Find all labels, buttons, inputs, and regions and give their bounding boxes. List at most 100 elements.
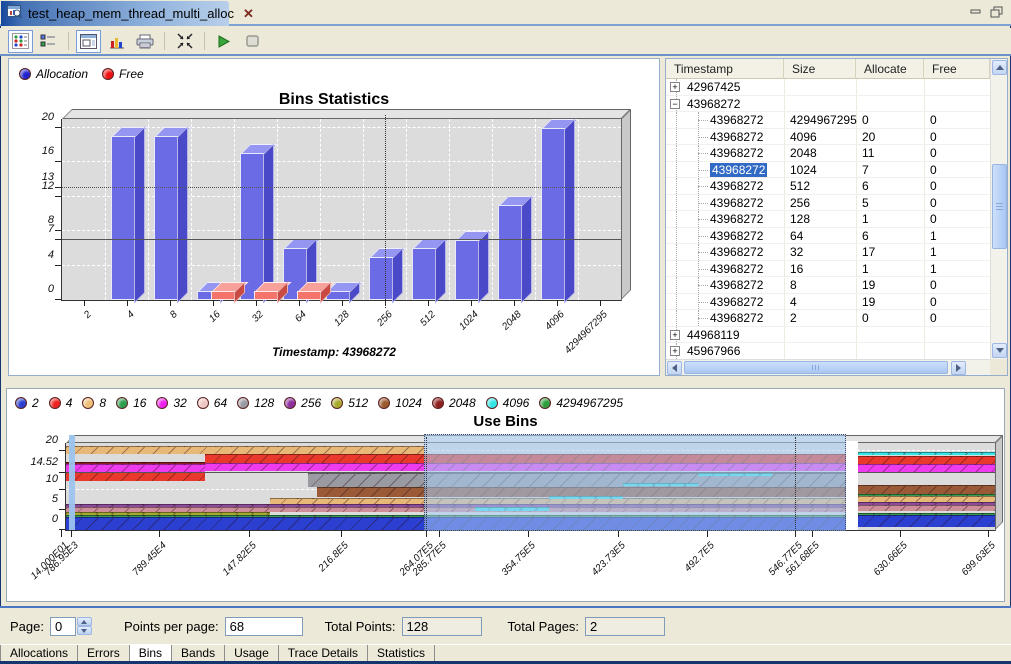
table-row[interactable]: 4396827232171 [666,244,990,261]
horizontal-scrollbar[interactable] [666,359,990,375]
table-row[interactable]: 43968272429496729500 [666,112,990,129]
scroll-right-icon[interactable] [951,361,966,375]
table-row[interactable]: 439682724190 [666,294,990,311]
table-row[interactable]: −43968272 [666,96,990,113]
table-row[interactable]: 439682722048110 [666,145,990,162]
close-icon[interactable]: ✕ [243,6,254,22]
gridline [492,119,493,300]
bar-allocation[interactable] [498,205,523,300]
bar-free[interactable] [254,291,279,300]
expand-icon[interactable]: + [670,330,680,340]
overview-mode-icon[interactable] [76,30,101,53]
table-row[interactable]: 439682726461 [666,228,990,245]
tab-trace-details[interactable]: Trace Details [279,645,368,662]
x-tick [428,300,429,306]
expand-icon[interactable]: + [670,346,680,356]
column-header-size[interactable]: Size [784,59,856,79]
scroll-left-icon[interactable] [667,361,682,375]
tab-errors[interactable]: Errors [78,645,130,662]
bar-allocation[interactable] [541,128,566,300]
scroll-down-icon[interactable] [992,343,1007,358]
tab-test-heap[interactable]: test_heap_mem_thread_multi_alloc ✕ [1,1,229,26]
pairs-grid-icon[interactable] [8,30,33,53]
vertical-scroll-thumb[interactable] [992,164,1007,249]
tree-line [698,269,708,270]
collapse-icon[interactable]: − [670,99,680,109]
x-tick [342,300,343,306]
list-view-icon[interactable] [36,30,61,53]
page-spinner[interactable] [77,617,92,635]
minimize-icon[interactable] [970,5,982,23]
table-row[interactable]: 4396827225650 [666,195,990,212]
spinner-down-icon[interactable] [77,626,92,635]
column-header-allocate[interactable]: Allocate [856,59,924,79]
table-header[interactable]: TimestampSizeAllocateFree [666,59,990,79]
print-icon[interactable] [132,30,157,53]
table-row[interactable]: 43968272200 [666,310,990,327]
table-row[interactable]: +42967425 [666,79,990,96]
tab-bands[interactable]: Bands [172,645,225,662]
y-tick-label: 4 [48,249,54,261]
scroll-up-icon[interactable] [992,60,1007,75]
tab-bins[interactable]: Bins [130,645,172,662]
reference-line [62,239,621,240]
use-legend-item: 8 [82,396,106,410]
allocate-cell: 5 [862,195,869,211]
tree-line [676,129,677,145]
vertical-scrollbar[interactable] [990,59,1007,359]
bar-chart-icon[interactable] [104,30,129,53]
selection-overlay[interactable] [424,434,847,531]
allocate-cell: 17 [862,244,875,260]
table-row[interactable]: 439682721611 [666,261,990,278]
tab-allocations[interactable]: Allocations [0,645,78,662]
restore-icon[interactable] [990,5,1003,23]
table-row[interactable]: 4396827251260 [666,178,990,195]
selected-cell[interactable]: 43968272 [710,163,767,177]
points-per-page-input[interactable] [225,617,303,636]
y-tick [55,196,61,197]
horizontal-scroll-thumb[interactable] [684,361,948,374]
legend-ball-icon [82,397,94,409]
timestamp-cell: 44968119 [687,327,740,343]
use-legend-label: 4096 [503,396,530,410]
table-row[interactable]: 4396827212810 [666,211,990,228]
selection-marker-line [385,115,386,308]
x-tick-label: 8 [168,309,180,321]
play-icon[interactable] [212,30,237,53]
column-header-timestamp[interactable]: Timestamp [666,59,784,79]
tree-line [698,318,708,319]
table-row[interactable]: 439682728190 [666,277,990,294]
bar-allocation[interactable] [455,240,480,300]
bar-free[interactable] [297,291,322,300]
column-header-free[interactable]: Free [924,59,990,79]
fit-to-window-icon[interactable] [172,30,197,53]
bar-allocation[interactable] [111,136,136,300]
legend-ball-icon [237,397,249,409]
table-row[interactable]: 43968272102470 [666,162,990,179]
table-row[interactable]: +45967966 [666,343,990,359]
free-cell: 0 [930,277,937,293]
bar-allocation[interactable] [369,257,394,300]
paging-controls: Page: Points per page: Total Points: Tot… [0,606,1011,644]
allocate-cell: 19 [862,294,875,310]
legend-ball-icon [102,68,114,80]
bar-face [240,153,265,300]
page-input[interactable] [50,617,76,636]
spinner-up-icon[interactable] [77,617,92,626]
bar-face [154,136,179,300]
y-tick [59,472,65,473]
bins-bar-chart[interactable]: 0478121316202481632641282565121024204840… [61,119,622,301]
x-tick-label: 2048 [500,309,524,333]
bar-allocation[interactable] [154,136,179,300]
tab-usage[interactable]: Usage [225,645,279,662]
tab-statistics[interactable]: Statistics [368,645,435,662]
table-row[interactable]: 439682724096200 [666,129,990,146]
bar-allocation[interactable] [412,248,437,300]
bar-free[interactable] [211,291,236,300]
table-row[interactable]: +44968119 [666,327,990,344]
y-tick [59,489,65,490]
bar-allocation[interactable] [240,153,265,300]
use-bins-chart[interactable]: 051014.522014.000E01786.95E3789.45E4147.… [65,443,996,531]
tree-line [676,112,677,128]
expand-icon[interactable]: + [670,82,680,92]
